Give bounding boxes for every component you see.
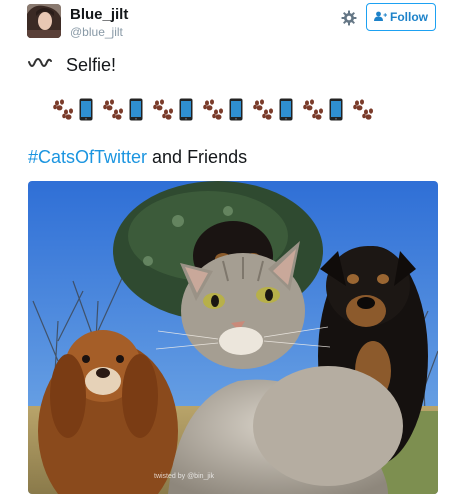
author-display-name[interactable]: Blue_jilt	[70, 6, 128, 23]
hashtag-link[interactable]: #CatsOfTwitter	[28, 147, 147, 167]
emoji-row	[52, 98, 379, 121]
gear-icon[interactable]	[341, 10, 357, 26]
mobile-phone-icon	[229, 98, 243, 121]
add-user-icon	[374, 11, 387, 24]
paw-prints-icon	[253, 98, 273, 120]
mobile-phone-icon	[79, 98, 93, 121]
paw-prints-icon	[203, 98, 223, 120]
mobile-phone-icon	[329, 98, 343, 121]
photo-watermark: twisted by @bin_jik	[154, 473, 215, 480]
tweet-text-hashtag-line: #CatsOfTwitter and Friends	[28, 147, 247, 168]
tweet-text-selfie: Selfie!	[66, 54, 117, 75]
tweet-photo[interactable]	[28, 181, 438, 494]
mobile-phone-icon	[179, 98, 193, 121]
author-handle[interactable]: @blue_jilt	[70, 25, 123, 39]
paw-prints-icon	[353, 98, 373, 120]
follow-button[interactable]: Follow	[366, 3, 436, 31]
mobile-phone-icon	[129, 98, 143, 121]
paw-prints-icon	[53, 98, 73, 120]
mobile-phone-icon	[279, 98, 293, 121]
paw-prints-icon	[103, 98, 123, 120]
wave-icon	[28, 58, 52, 67]
paw-prints-icon	[153, 98, 173, 120]
paw-prints-icon	[303, 98, 323, 120]
follow-button-label: Follow	[390, 10, 428, 24]
avatar[interactable]	[27, 4, 61, 38]
tweet-text-line1: Selfie!	[28, 52, 116, 78]
tweet-text-suffix: and Friends	[147, 147, 248, 167]
